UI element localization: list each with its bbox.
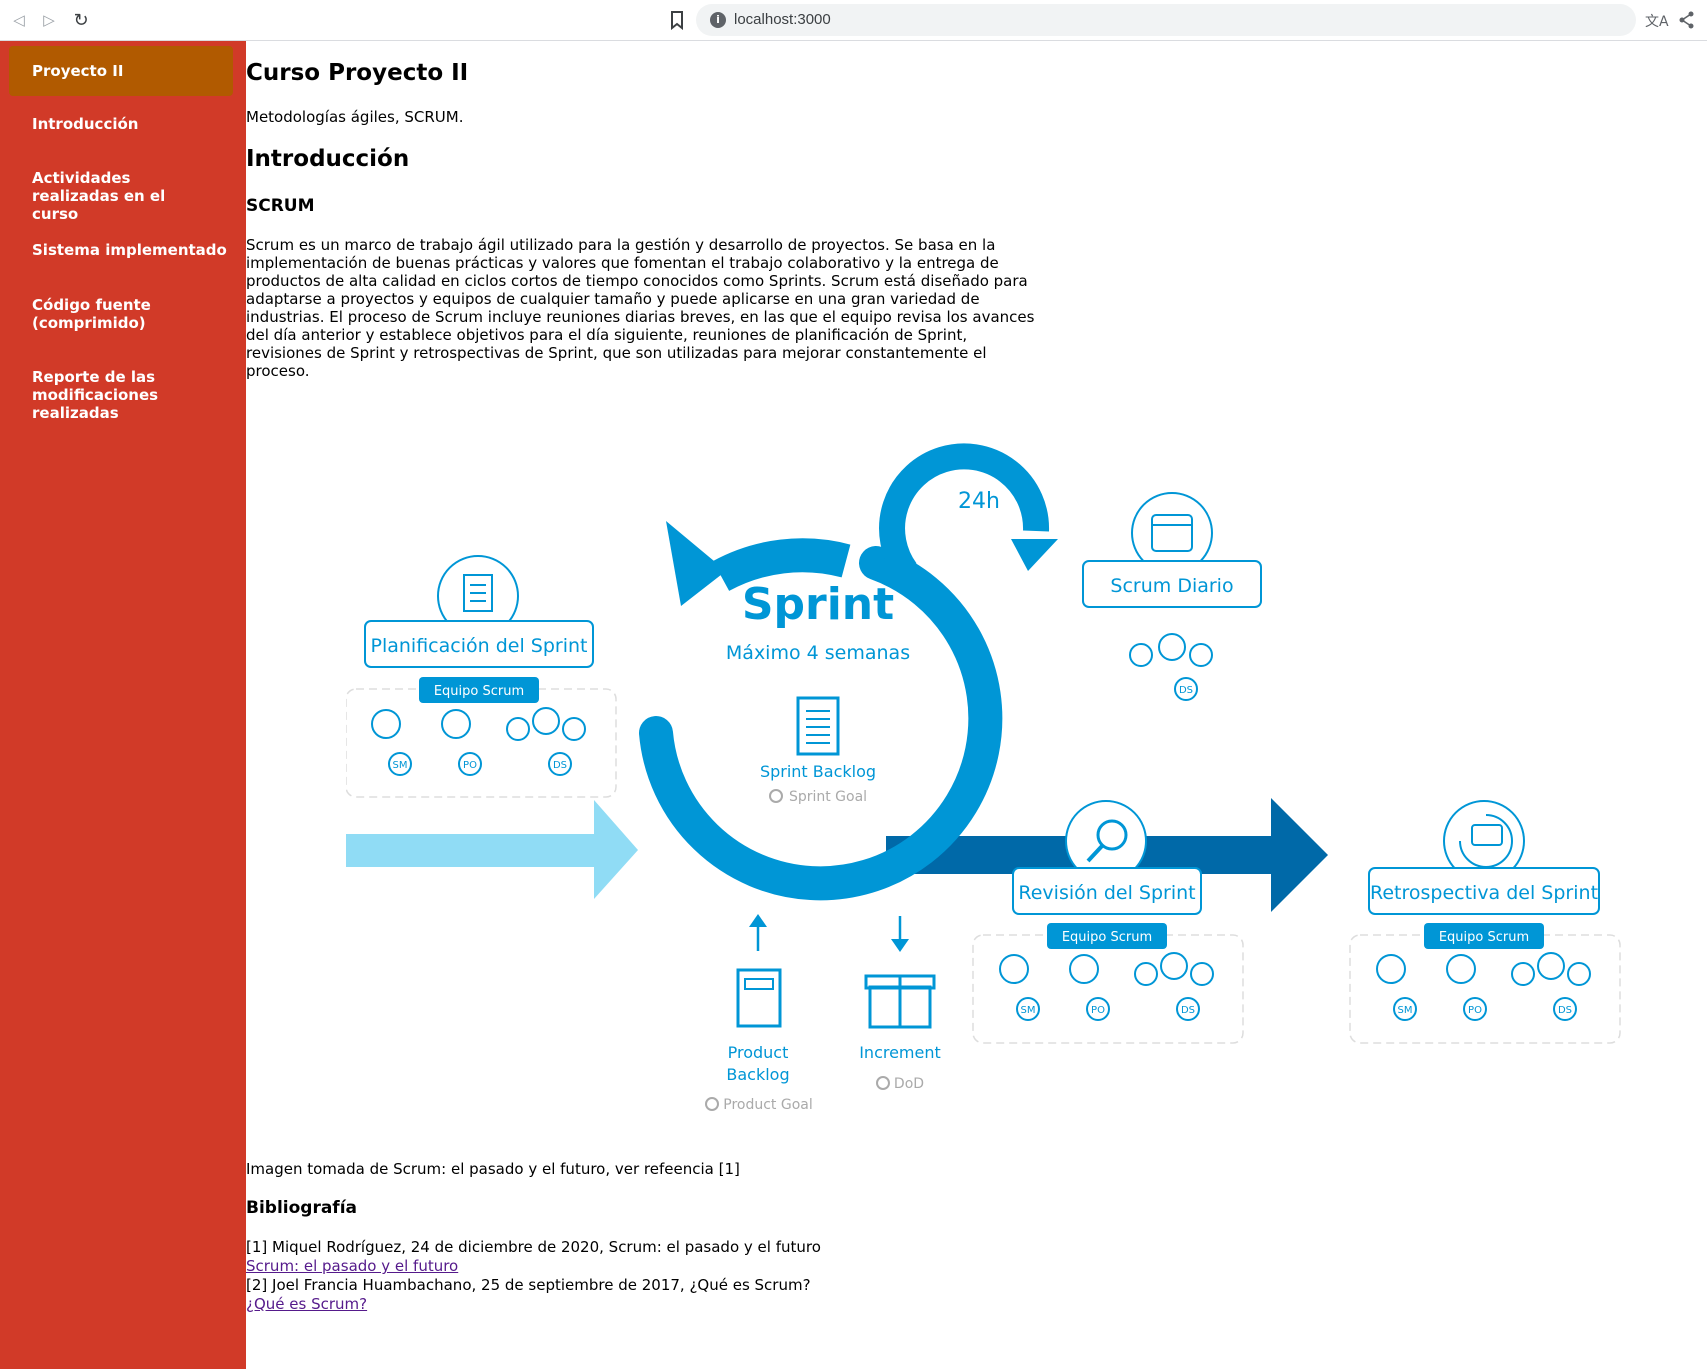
url-text: localhost:3000 — [734, 11, 831, 28]
image-caption: Imagen tomada de Scrum: el pasado y el f… — [246, 1160, 740, 1178]
sidebar-item-introduccion[interactable]: Introducción — [9, 115, 233, 133]
planning-ds-label: DS — [553, 760, 567, 771]
back-icon[interactable]: ◁ — [8, 9, 30, 31]
retrospective-team-label: Equipo Scrum — [1439, 930, 1529, 945]
review-sm-label: SM — [1021, 1005, 1036, 1016]
product-goal-label: Product Goal — [723, 1097, 813, 1113]
review-ds-label: DS — [1181, 1005, 1195, 1016]
product-goal-icon — [705, 1097, 719, 1111]
sidebar-item-reporte[interactable]: Reporte de las modificaciones realizadas — [9, 368, 159, 422]
planning-sm-label: SM — [393, 760, 408, 771]
sidebar-item-actividades[interactable]: Actividades realizadas en el curso — [9, 169, 209, 223]
main-content: Curso Proyecto II Metodologías ágiles, S… — [246, 41, 1707, 1369]
retrospective-block: Retrospectiva del Sprint Equipo Scrum SM… — [1349, 800, 1621, 1044]
section-title-introduccion: Introducción — [246, 146, 410, 172]
review-team-label: Equipo Scrum — [1062, 930, 1152, 945]
planning-block: Planificación del Sprint Equipo Scrum SM… — [346, 555, 617, 798]
planning-po-label: PO — [463, 760, 477, 771]
daily-cycle-label: 24h — [958, 489, 1000, 514]
address-bar[interactable]: i localhost:3000 — [696, 4, 1636, 36]
retrospective-sm-label: SM — [1398, 1005, 1413, 1016]
retrospective-po-label: PO — [1468, 1005, 1482, 1016]
forward-icon[interactable]: ▷ — [38, 9, 60, 31]
bibliography-title: Bibliografía — [246, 1198, 358, 1218]
increment-block: Increment DoD — [859, 916, 941, 1092]
dod-icon — [876, 1076, 890, 1090]
sprint-title: Sprint — [742, 579, 894, 630]
reference-1-link[interactable]: Scrum: el pasado y el futuro — [246, 1257, 458, 1275]
reference-2-text: [2] Joel Francia Huambachano, 25 de sept… — [246, 1276, 811, 1294]
site-info-icon[interactable]: i — [710, 12, 726, 28]
sidebar-item-proyecto-ii[interactable]: Proyecto II — [9, 46, 233, 96]
increment-label: Increment — [859, 1043, 941, 1062]
sidebar-item-codigo-fuente[interactable]: Código fuente (comprimido) — [9, 296, 179, 332]
daily-label: Scrum Diario — [1110, 575, 1233, 597]
bookmark-icon[interactable] — [668, 10, 686, 30]
retrospective-ds-label: DS — [1558, 1005, 1572, 1016]
sprint-duration: Máximo 4 semanas — [726, 642, 910, 664]
input-arrow — [346, 800, 638, 899]
retrospective-label: Retrospectiva del Sprint — [1370, 882, 1598, 904]
review-label: Revisión del Sprint — [1018, 882, 1195, 904]
daily-ds-label: DS — [1179, 685, 1193, 696]
sprint-cycle — [639, 443, 1058, 901]
product-backlog-block: Product Backlog Product Goal — [705, 914, 813, 1113]
page-subtitle: Metodologías ágiles, SCRUM. — [246, 108, 464, 126]
subsection-title-scrum: SCRUM — [246, 196, 315, 216]
sprint-goal-icon — [769, 789, 783, 803]
daily-block: Scrum Diario DS — [1082, 492, 1262, 701]
intro-paragraph: Scrum es un marco de trabajo ágil utiliz… — [246, 236, 1035, 380]
planning-label: Planificación del Sprint — [371, 635, 588, 657]
page-title: Curso Proyecto II — [246, 60, 469, 86]
reference-2-link[interactable]: ¿Qué es Scrum? — [246, 1295, 367, 1313]
reference-1-text: [1] Miquel Rodríguez, 24 de diciembre de… — [246, 1238, 821, 1256]
sidebar: Proyecto II Introducción Actividades rea… — [0, 41, 246, 1369]
reload-icon[interactable]: ↻ — [70, 9, 92, 31]
planning-team-label: Equipo Scrum — [434, 684, 524, 699]
product-backlog-label-1: Product — [728, 1043, 789, 1062]
translate-icon[interactable]: 文A — [1645, 11, 1669, 31]
share-icon[interactable] — [1678, 10, 1696, 30]
scrum-diagram: 24h Sprint Máximo 4 semanas Sprint Backl… — [346, 443, 1621, 1113]
product-backlog-label-2: Backlog — [726, 1065, 789, 1084]
sprint-goal-label: Sprint Goal — [789, 789, 867, 805]
browser-toolbar: ◁ ▷ ↻ i localhost:3000 文A — [0, 0, 1707, 41]
sidebar-item-sistema[interactable]: Sistema implementado — [9, 241, 233, 259]
sprint-backlog-label: Sprint Backlog — [760, 762, 876, 781]
bibliography-list: [1] Miquel Rodríguez, 24 de diciembre de… — [246, 1238, 821, 1314]
review-po-label: PO — [1091, 1005, 1105, 1016]
sprint-backlog-icon — [796, 696, 840, 756]
dod-label: DoD — [894, 1076, 924, 1092]
